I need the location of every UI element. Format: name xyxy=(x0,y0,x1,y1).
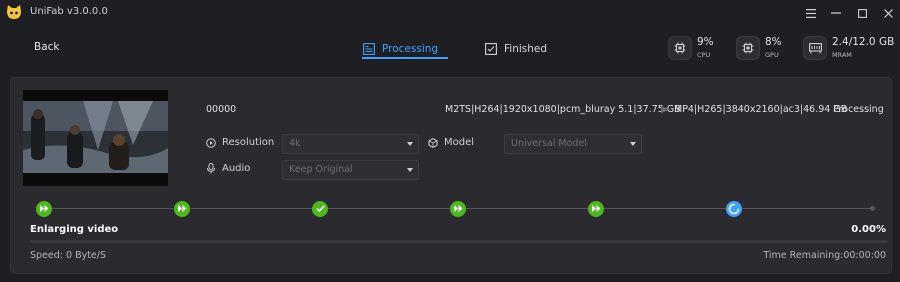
resolution-select[interactable]: 4k xyxy=(282,134,419,154)
cpu-chip-icon xyxy=(668,36,692,60)
active-tab-underline xyxy=(362,57,448,59)
model-label-group: Model xyxy=(428,137,474,148)
file-name: 00000 xyxy=(206,104,237,115)
speed-text: Speed: 0 Byte/S xyxy=(30,250,107,261)
gpu-chip-icon xyxy=(736,36,760,60)
gpu-value: 8% xyxy=(765,36,782,48)
resolution-label: Resolution xyxy=(222,137,275,148)
gpu-stat: 8% GPU xyxy=(736,36,782,60)
mram-label: MRAM xyxy=(832,51,852,59)
source-format: M2TS|H264|1920x1080|pcm_bluray 5.1|37.75… xyxy=(445,104,681,115)
audio-select[interactable]: Keep Original xyxy=(282,160,419,180)
chevron-down-icon xyxy=(630,142,636,146)
progress-percent: 0.00% xyxy=(851,224,886,235)
resolution-value: 4k xyxy=(289,138,301,149)
maximize-icon[interactable] xyxy=(853,4,871,22)
mram-stat: 2.4/12.0 GB MRAM xyxy=(803,36,894,60)
back-button[interactable]: Back xyxy=(34,41,60,53)
audio-label-group: Audio xyxy=(206,163,250,174)
step-forward-icon xyxy=(450,200,466,217)
menu-icon[interactable] xyxy=(802,4,820,22)
audio-label: Audio xyxy=(222,163,251,174)
memory-icon xyxy=(803,36,827,60)
document-list-icon xyxy=(363,43,375,55)
model-cube-icon xyxy=(428,137,438,148)
time-remaining: Time Remaining:00:00:00 xyxy=(763,250,886,261)
chevron-down-icon xyxy=(407,168,413,172)
model-label: Model xyxy=(444,137,475,148)
progress-bar xyxy=(30,240,888,243)
step-forward-icon xyxy=(36,200,52,217)
step-spinner-icon xyxy=(726,200,742,217)
title-bar: UniFab v3.0.0.0 xyxy=(0,0,900,26)
microphone-icon xyxy=(207,163,215,174)
target-format: MP4|H265|3840x2160|ac3|46.94 GB xyxy=(674,104,848,115)
task-card: 00000 M2TS|H264|1920x1080|pcm_bluray 5.1… xyxy=(10,77,892,274)
play-circle-icon xyxy=(206,137,216,148)
minimize-icon[interactable] xyxy=(827,4,845,22)
phase-label: Enlarging video xyxy=(30,224,119,235)
app-window: UniFab v3.0.0.0 Back Processing Finished xyxy=(0,0,900,282)
cpu-stat: 9% CPU xyxy=(668,36,714,60)
model-value: Universal Model xyxy=(511,138,587,149)
step-forward-icon xyxy=(588,200,604,217)
checklist-icon xyxy=(485,43,497,55)
step-pending-dot xyxy=(869,206,875,211)
close-icon[interactable] xyxy=(879,4,897,22)
tab-finished[interactable]: Finished xyxy=(485,40,547,58)
tab-processing[interactable]: Processing xyxy=(362,40,448,59)
tab-finished-label: Finished xyxy=(504,43,548,55)
resolution-label-group: Resolution xyxy=(206,137,274,148)
cpu-label: CPU xyxy=(697,51,711,59)
cat-face-icon xyxy=(7,5,21,19)
task-status: Processing xyxy=(833,104,884,115)
step-check-icon xyxy=(312,200,328,217)
arrow-right-icon xyxy=(661,106,670,113)
chevron-down-icon xyxy=(407,142,413,146)
audio-value: Keep Original xyxy=(289,164,353,175)
model-select[interactable]: Universal Model xyxy=(504,134,642,154)
step-forward-icon xyxy=(174,200,190,217)
video-thumbnail[interactable] xyxy=(23,90,168,186)
app-title: UniFab v3.0.0.0 xyxy=(30,6,108,17)
cpu-value: 9% xyxy=(697,36,714,48)
tab-processing-label: Processing xyxy=(382,43,439,55)
gpu-label: GPU xyxy=(765,51,779,59)
mram-value: 2.4/12.0 GB xyxy=(832,36,895,48)
